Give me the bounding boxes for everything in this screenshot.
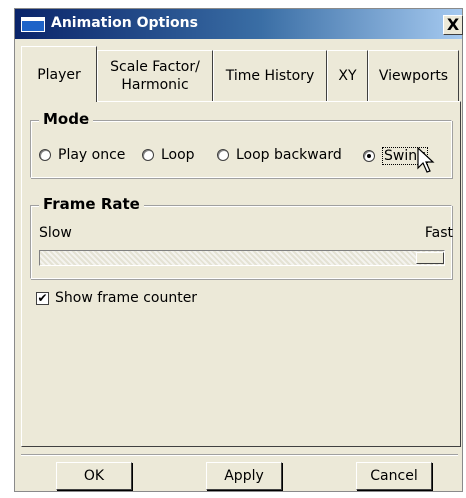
animation-options-dialog: Animation Options X Player Scale Factor/… bbox=[14, 8, 463, 492]
ok-button[interactable]: OK bbox=[56, 462, 132, 490]
radio-button-icon bbox=[39, 149, 51, 161]
tab-xy[interactable]: XY bbox=[327, 50, 368, 101]
apply-button[interactable]: Apply bbox=[206, 462, 282, 490]
player-tab-panel: Mode Play once Loop Loop backward Swing … bbox=[21, 101, 461, 447]
mode-group: Mode Play once Loop Loop backward Swing bbox=[30, 110, 452, 178]
tab-time-history[interactable]: Time History bbox=[213, 50, 327, 101]
tab-viewports[interactable]: Viewports bbox=[368, 50, 459, 101]
window-title: Animation Options bbox=[51, 15, 198, 31]
frame-rate-group-label: Frame Rate bbox=[39, 195, 144, 213]
slider-thumb[interactable] bbox=[416, 252, 444, 264]
radio-loop[interactable]: Loop bbox=[142, 147, 195, 163]
window-icon bbox=[21, 17, 45, 32]
button-row-separator bbox=[21, 454, 458, 456]
radio-play-once-label: Play once bbox=[58, 147, 126, 163]
mode-group-label: Mode bbox=[39, 110, 94, 128]
tab-player[interactable]: Player bbox=[21, 46, 97, 102]
checkbox-checked-icon: ✔ bbox=[36, 290, 49, 305]
radio-button-selected-icon bbox=[363, 150, 375, 162]
radio-button-icon bbox=[217, 149, 229, 161]
radio-loop-backward-label: Loop backward bbox=[236, 147, 342, 163]
show-frame-counter-label: Show frame counter bbox=[55, 290, 198, 306]
show-frame-counter-checkbox[interactable]: ✔ Show frame counter bbox=[36, 290, 197, 306]
tab-scale-factor-harmonic[interactable]: Scale Factor/ Harmonic bbox=[97, 50, 213, 101]
frame-rate-group: Frame Rate Slow Fast bbox=[30, 195, 453, 279]
mouse-pointer-icon bbox=[417, 147, 435, 173]
frame-rate-slider[interactable] bbox=[39, 250, 445, 266]
slider-max-label: Fast bbox=[424, 225, 453, 241]
radio-button-icon bbox=[142, 149, 154, 161]
radio-loop-label: Loop bbox=[161, 147, 195, 163]
close-button[interactable]: X bbox=[443, 15, 463, 35]
radio-play-once[interactable]: Play once bbox=[39, 147, 125, 163]
title-bar[interactable]: Animation Options X bbox=[15, 9, 463, 39]
radio-loop-backward[interactable]: Loop backward bbox=[217, 147, 342, 163]
slider-min-label: Slow bbox=[39, 225, 72, 241]
cancel-button[interactable]: Cancel bbox=[356, 462, 432, 490]
